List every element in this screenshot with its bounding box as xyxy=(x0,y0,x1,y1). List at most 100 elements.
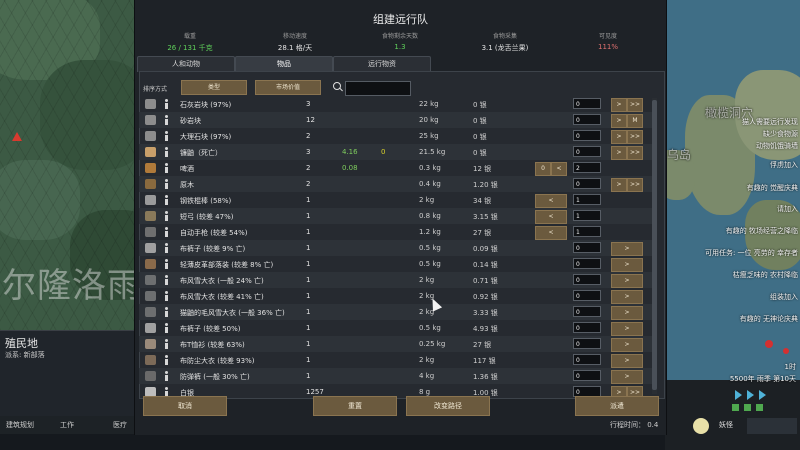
increase-button[interactable]: > xyxy=(611,322,643,336)
decrease-button[interactable]: < xyxy=(551,162,567,176)
increase-button[interactable]: > xyxy=(611,290,643,304)
colony-marker-icon[interactable] xyxy=(12,132,22,141)
increase-button[interactable]: > xyxy=(611,354,643,368)
tab-travel-supplies[interactable]: 远行物资 xyxy=(333,56,431,72)
info-icon[interactable] xyxy=(164,211,169,221)
quantity-field[interactable]: 0 xyxy=(573,130,601,141)
alert-item[interactable]: 枯瘦乏味的 农村降临 xyxy=(733,270,798,280)
alert-item[interactable]: 动物饥饿骑墙 xyxy=(756,141,798,151)
world-map-right[interactable]: 橄榄洞穴 乌岛 猫人需要远行发现 缺少食物源 动物饥饿骑墙 俘虏加入 有趣的 觉… xyxy=(665,0,800,380)
quantity-field[interactable]: 0 xyxy=(573,274,601,285)
quantity-field[interactable]: 0 xyxy=(573,258,601,269)
alert-item[interactable]: 请加入 xyxy=(777,204,798,214)
increase-button[interactable]: > xyxy=(611,130,627,144)
info-icon[interactable] xyxy=(164,259,169,269)
alert-item[interactable]: 有趣的 牧场经营之降临 xyxy=(726,226,798,236)
increase-button[interactable]: > xyxy=(611,370,643,384)
alert-item[interactable]: 缺少食物源 xyxy=(763,129,798,139)
info-icon[interactable] xyxy=(164,227,169,237)
info-icon[interactable] xyxy=(164,115,169,125)
quantity-field[interactable]: 0 xyxy=(573,322,601,333)
world-map-left[interactable]: 尔隆洛雨 xyxy=(0,0,134,330)
quantity-field[interactable]: 1 xyxy=(573,226,601,237)
increase-max-button[interactable]: M xyxy=(627,114,643,128)
alert-item[interactable]: 俘虏加入 xyxy=(770,160,798,170)
cancel-button[interactable]: 取消 xyxy=(143,396,227,416)
info-icon[interactable] xyxy=(164,323,169,333)
superfast-icon[interactable] xyxy=(759,390,766,400)
play-icon[interactable] xyxy=(735,390,742,400)
checkmark-icon[interactable] xyxy=(732,404,739,411)
checkmark-icon[interactable] xyxy=(756,404,763,411)
info-icon[interactable] xyxy=(164,163,169,173)
info-icon[interactable] xyxy=(164,371,169,381)
change-route-button[interactable]: 改变路径 xyxy=(406,396,490,416)
increase-button[interactable]: > xyxy=(611,338,643,352)
quantity-field[interactable]: 0 xyxy=(573,98,601,109)
info-icon[interactable] xyxy=(164,131,169,141)
increase-button[interactable]: > xyxy=(611,306,643,320)
alert-item[interactable]: 可用任务: 一位 亮劳的 幸存者 xyxy=(705,248,798,258)
alert-item[interactable]: 猫人需要远行发现 xyxy=(742,117,798,127)
tab-pawns[interactable]: 人和动物 xyxy=(137,56,235,72)
quantity-field[interactable]: 0 xyxy=(573,146,601,157)
toggle-icons-row[interactable] xyxy=(732,404,792,411)
sort-by-value-button[interactable]: 市场价值 xyxy=(255,80,321,95)
fast-forward-icon[interactable] xyxy=(747,390,754,400)
quantity-field[interactable]: 0 xyxy=(573,242,601,253)
lightbulb-icon[interactable] xyxy=(693,418,709,434)
tab-architect[interactable]: 建筑规划 xyxy=(6,416,34,434)
quantity-field[interactable]: 0 xyxy=(573,178,601,189)
quantity-field[interactable]: 0 xyxy=(573,290,601,301)
quantity-field[interactable]: 1 xyxy=(573,210,601,221)
increase-button[interactable]: > xyxy=(611,242,643,256)
decrease-button[interactable]: < xyxy=(535,194,567,208)
quantity-field[interactable]: 1 xyxy=(573,194,601,205)
info-icon[interactable] xyxy=(164,275,169,285)
info-icon[interactable] xyxy=(164,179,169,189)
increase-button[interactable]: > xyxy=(611,146,627,160)
tab-work[interactable]: 工作 xyxy=(60,416,74,434)
info-icon[interactable] xyxy=(164,355,169,365)
quantity-field[interactable]: 2 xyxy=(573,162,601,173)
alert-item[interactable]: 有趣的 无神论庆典 xyxy=(740,314,798,324)
increase-max-button[interactable]: >> xyxy=(627,146,643,160)
colonist-marker-icon[interactable] xyxy=(783,348,789,354)
increase-button[interactable]: > xyxy=(611,114,627,128)
info-icon[interactable] xyxy=(164,99,169,109)
decrease-button[interactable]: < xyxy=(535,210,567,224)
info-icon[interactable] xyxy=(164,291,169,301)
tab-items[interactable]: 物品 xyxy=(235,56,333,72)
alert-item[interactable]: 有趣的 觉醒庆典 xyxy=(747,183,798,193)
increase-max-button[interactable]: >> xyxy=(627,178,643,192)
quantity-field[interactable]: 0 xyxy=(573,114,601,125)
info-icon[interactable] xyxy=(164,339,169,349)
checkmark-icon[interactable] xyxy=(744,404,751,411)
info-icon[interactable] xyxy=(164,307,169,317)
decrease-button[interactable]: < xyxy=(535,226,567,240)
quantity-field[interactable]: 0 xyxy=(573,306,601,317)
sort-by-type-button[interactable]: 类型 xyxy=(181,80,247,95)
scrollbar-thumb[interactable] xyxy=(652,100,657,390)
tab-health[interactable]: 医疗 xyxy=(113,416,127,434)
increase-max-button[interactable]: >> xyxy=(627,130,643,144)
reset-button[interactable]: 重置 xyxy=(313,396,397,416)
world-toolbar[interactable] xyxy=(747,418,797,434)
alert-item[interactable]: 组装加入 xyxy=(770,292,798,302)
increase-max-button[interactable]: >> xyxy=(627,98,643,112)
quantity-field[interactable]: 0 xyxy=(573,354,601,365)
info-icon[interactable] xyxy=(164,243,169,253)
info-icon[interactable] xyxy=(164,195,169,205)
increase-button[interactable]: > xyxy=(611,98,627,112)
reset-count-button[interactable]: 0 xyxy=(535,162,551,176)
increase-button[interactable]: > xyxy=(611,258,643,272)
bottom-label[interactable]: 妖怪 xyxy=(719,420,733,430)
quantity-field[interactable]: 0 xyxy=(573,370,601,381)
increase-button[interactable]: > xyxy=(611,178,627,192)
colonist-marker-icon[interactable] xyxy=(765,340,773,348)
info-icon[interactable] xyxy=(164,147,169,157)
send-button[interactable]: 派遣 xyxy=(575,396,659,416)
increase-button[interactable]: > xyxy=(611,274,643,288)
quantity-field[interactable]: 0 xyxy=(573,338,601,349)
search-input[interactable] xyxy=(345,81,411,96)
